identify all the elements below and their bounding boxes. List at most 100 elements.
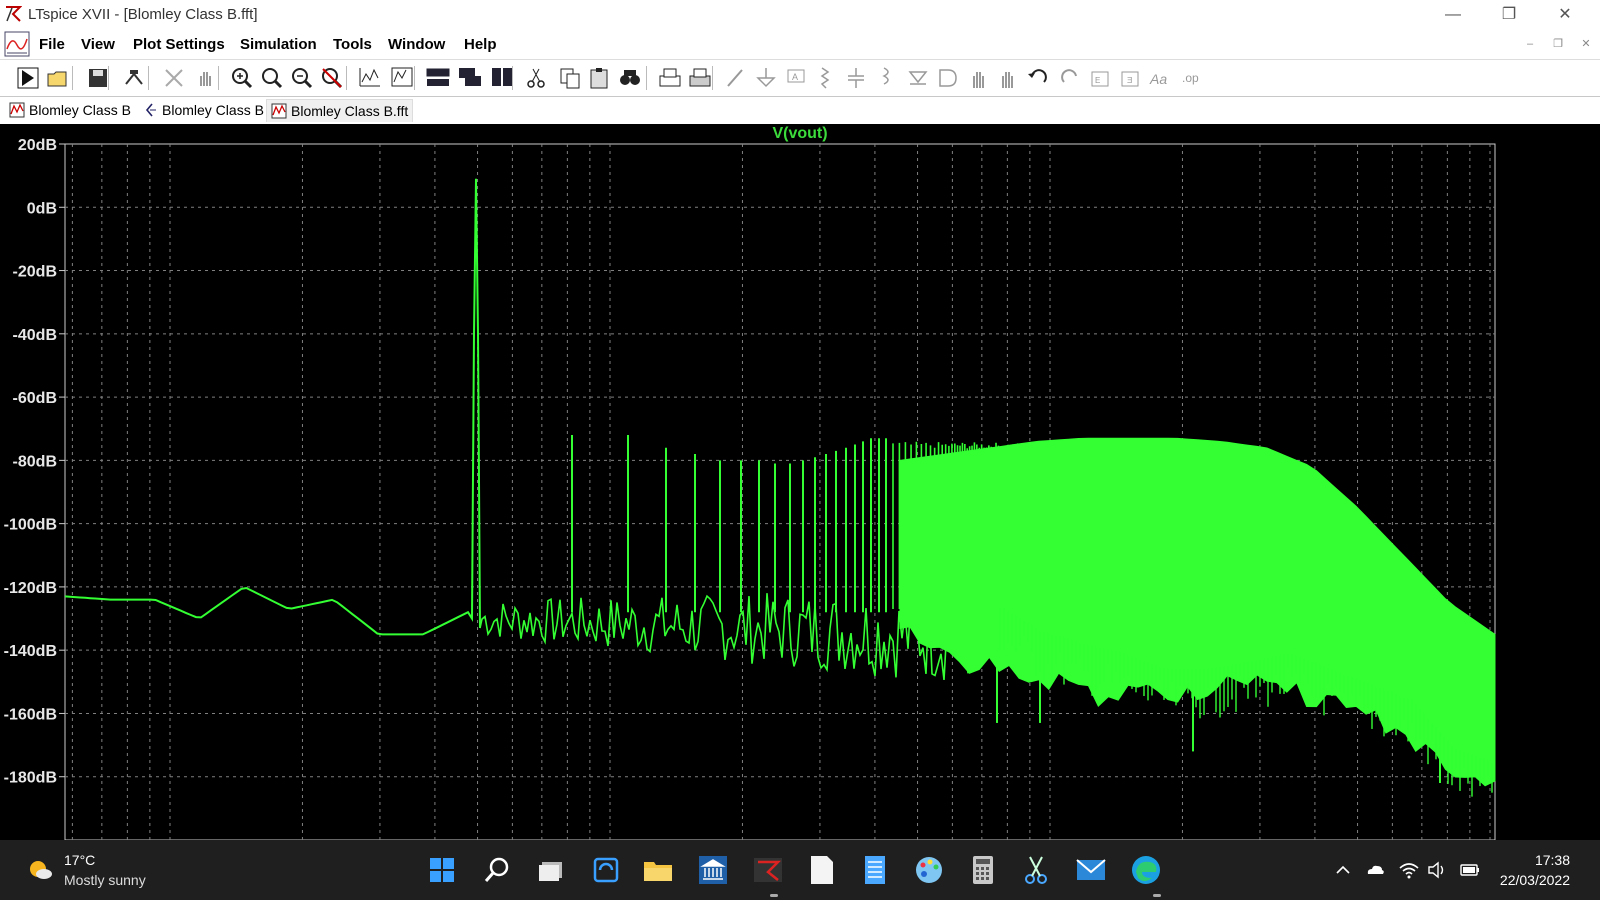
clock-date[interactable]: 22/03/2022 xyxy=(1500,872,1570,888)
windows-start-icon[interactable] xyxy=(424,852,460,888)
toolbar-separator xyxy=(346,66,347,90)
y-tick-label: -80dB xyxy=(13,453,57,470)
control-panel-icon[interactable] xyxy=(120,64,148,92)
battery-icon[interactable] xyxy=(1459,859,1481,881)
text-icon[interactable]: Aa xyxy=(1146,64,1174,92)
y-tick-label: -160dB xyxy=(4,706,57,723)
label-icon[interactable]: A xyxy=(782,64,810,92)
widgets-icon[interactable] xyxy=(588,852,624,888)
drag-icon[interactable] xyxy=(994,64,1022,92)
resistor-icon[interactable] xyxy=(812,64,840,92)
weather-sun-icon[interactable] xyxy=(26,856,54,884)
run-icon[interactable] xyxy=(14,64,42,92)
copy-icon[interactable] xyxy=(556,64,584,92)
redo-icon[interactable] xyxy=(1056,64,1084,92)
wire-icon[interactable] xyxy=(722,64,750,92)
menu-window[interactable]: Window xyxy=(388,36,445,53)
ltspice-icon[interactable] xyxy=(750,852,786,888)
zoom-cancel-icon[interactable] xyxy=(318,64,346,92)
autorange-icon[interactable] xyxy=(356,64,384,92)
weather-temperature[interactable]: 17°C xyxy=(64,852,95,868)
menu-tools[interactable]: Tools xyxy=(333,36,372,53)
menu-plot-settings[interactable]: Plot Settings xyxy=(133,36,225,53)
running-indicator xyxy=(770,894,778,897)
ltspice-app-icon[interactable] xyxy=(4,5,22,23)
tile-horizontal-icon[interactable] xyxy=(424,64,452,92)
file-explorer-icon[interactable] xyxy=(640,852,676,888)
y-tick-label: -120dB xyxy=(4,580,57,597)
toolbar-separator xyxy=(646,66,647,90)
mail-icon[interactable] xyxy=(1073,852,1109,888)
y-tick-label: 0dB xyxy=(27,200,57,217)
svg-text:A: A xyxy=(792,72,798,82)
trace-label[interactable]: V(vout) xyxy=(0,125,1600,143)
zoom-in-icon[interactable] xyxy=(228,64,256,92)
document-system-icon[interactable] xyxy=(4,31,30,57)
tile-vertical-icon[interactable] xyxy=(488,64,516,92)
edge-icon[interactable] xyxy=(1128,852,1164,888)
print-setup-icon[interactable] xyxy=(686,64,714,92)
spice-directive-icon[interactable]: .op xyxy=(1178,64,1206,92)
menu-simulation[interactable]: Simulation xyxy=(240,36,317,53)
show-hidden-icons-chevron-icon[interactable] xyxy=(1332,859,1354,881)
fft-chart[interactable]: 20dB0dB-20dB-40dB-60dB-80dB-100dB-120dB-… xyxy=(0,124,1600,840)
inductor-icon[interactable] xyxy=(872,64,900,92)
svg-text:.op: .op xyxy=(1182,71,1199,85)
fft-settings-icon[interactable] xyxy=(388,64,416,92)
restore-button[interactable]: ❐ xyxy=(1486,0,1532,30)
undo-icon[interactable] xyxy=(1024,64,1052,92)
minimize-button[interactable]: — xyxy=(1430,0,1476,30)
paint-icon[interactable] xyxy=(911,852,947,888)
pan-icon[interactable] xyxy=(192,64,220,92)
svg-text:Ǝ: Ǝ xyxy=(1127,76,1132,85)
diode-icon[interactable] xyxy=(904,64,932,92)
tab-waveform[interactable]: Blomley Class B xyxy=(9,99,131,121)
print-icon[interactable] xyxy=(656,64,684,92)
notes-icon[interactable] xyxy=(857,852,893,888)
open-icon[interactable] xyxy=(44,64,72,92)
onedrive-cloud-icon[interactable] xyxy=(1364,859,1386,881)
mdi-close-button[interactable]: ✕ xyxy=(1575,35,1597,53)
paste-icon[interactable] xyxy=(586,64,614,92)
tab-bar: Blomley Class B Blomley Class B Blomley … xyxy=(0,97,1600,124)
waveform-plot[interactable]: 20dB 0dB -20dB -40dB -60dB -80dB -100dB -120dB -… xyxy=(0,124,1600,840)
fft-icon xyxy=(271,103,287,119)
halt-icon[interactable] xyxy=(160,64,188,92)
tab-fft[interactable]: Blomley Class B.fft xyxy=(266,99,414,122)
cascade-icon[interactable] xyxy=(456,64,484,92)
clock-time[interactable]: 17:38 xyxy=(1535,852,1570,868)
save-icon[interactable] xyxy=(84,64,112,92)
notepad-icon[interactable] xyxy=(803,852,839,888)
menu-help[interactable]: Help xyxy=(464,36,497,53)
mirror-icon[interactable]: Ǝ xyxy=(1116,64,1144,92)
capacitor-icon[interactable] xyxy=(842,64,870,92)
wifi-icon[interactable] xyxy=(1398,859,1420,881)
mdi-restore-button[interactable]: ❐ xyxy=(1547,35,1569,53)
task-view-icon[interactable] xyxy=(533,852,569,888)
tab-label: Blomley Class B xyxy=(162,102,264,118)
tab-schematic[interactable]: Blomley Class B xyxy=(142,99,264,121)
volume-icon[interactable] xyxy=(1426,859,1448,881)
component-icon[interactable] xyxy=(934,64,962,92)
search-icon[interactable] xyxy=(479,852,515,888)
ground-icon[interactable] xyxy=(752,64,780,92)
zoom-fit-icon[interactable] xyxy=(258,64,286,92)
zoom-out-icon[interactable] xyxy=(288,64,316,92)
svg-text:E: E xyxy=(1095,76,1100,85)
menu-view[interactable]: View xyxy=(81,36,115,53)
bank-app-icon[interactable] xyxy=(695,852,731,888)
find-icon[interactable] xyxy=(616,64,644,92)
rotate-icon[interactable]: E xyxy=(1086,64,1114,92)
weather-condition[interactable]: Mostly sunny xyxy=(64,872,146,888)
toolbar-separator xyxy=(72,66,73,90)
y-tick-label: -60dB xyxy=(13,390,57,407)
close-button[interactable]: ✕ xyxy=(1542,0,1588,30)
trace-dense-band xyxy=(899,437,1496,787)
cut-icon[interactable] xyxy=(522,64,550,92)
menu-file[interactable]: File xyxy=(39,36,65,53)
mdi-minimize-button[interactable]: – xyxy=(1519,35,1541,53)
windows-taskbar: 17°C Mostly sunny 17:38 22/03/2022 xyxy=(0,840,1600,900)
calculator-icon[interactable] xyxy=(965,852,1001,888)
move-icon[interactable] xyxy=(964,64,992,92)
snipping-tool-icon[interactable] xyxy=(1018,852,1054,888)
